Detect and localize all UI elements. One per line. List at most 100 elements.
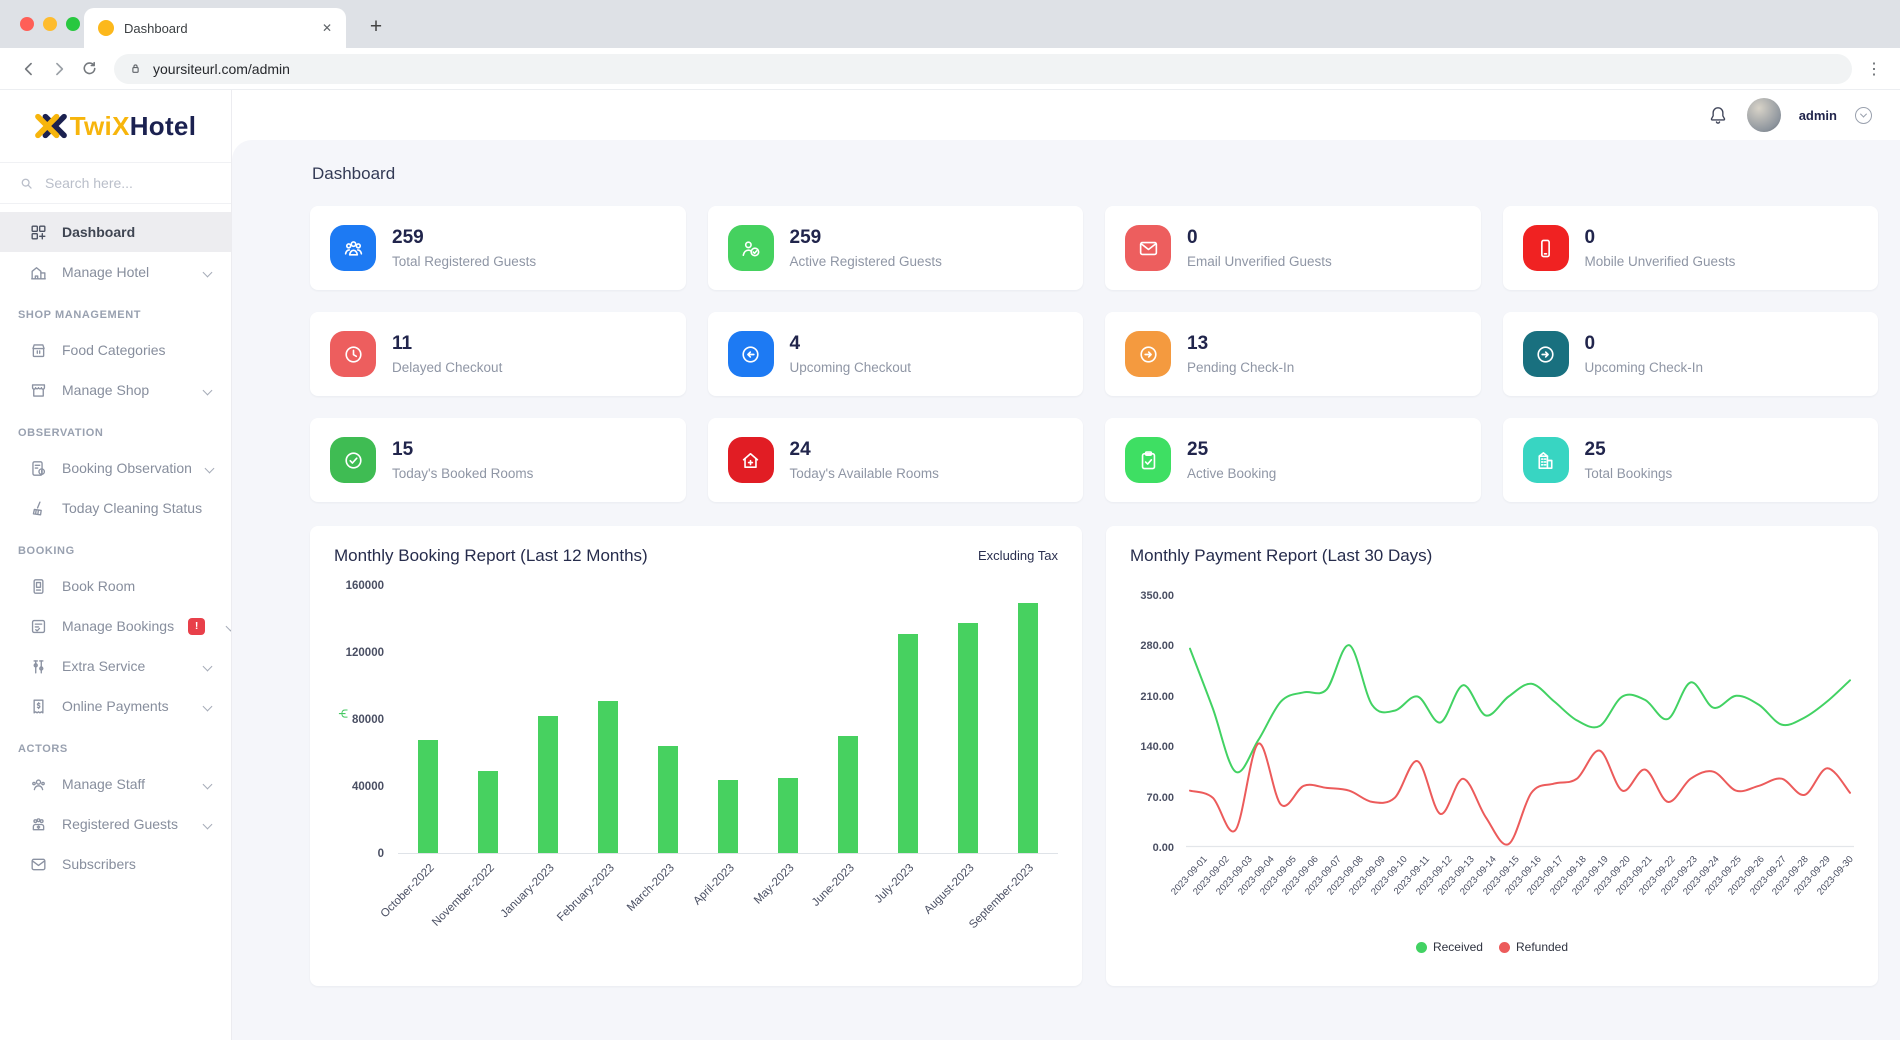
legend-dot (1416, 942, 1427, 953)
sidebar-search (0, 162, 231, 204)
line-chart-y-axis: 0.0070.00140.00210.00280.00350.00 (1130, 596, 1186, 848)
sidebar-item-manage-hotel[interactable]: Manage Hotel (0, 252, 231, 292)
currency-symbol: ₼ (334, 709, 351, 719)
stat-card-label: Active Registered Guests (790, 254, 942, 269)
bar-chart-y-axis: 04000080000120000160000₼ (334, 586, 398, 854)
forward-arrow-icon (49, 59, 69, 79)
app-shell: TwiXHotel DashboardManage HotelSHOP MANA… (0, 90, 1900, 1040)
stat-card-label: Pending Check-In (1187, 360, 1294, 375)
sidebar-nav: DashboardManage HotelSHOP MANAGEMENTFood… (0, 204, 231, 1040)
stat-card-upcoming-checkout: 4Upcoming Checkout (708, 312, 1084, 396)
chevron-down-icon (203, 267, 213, 277)
stat-card-value: 25 (1585, 439, 1673, 462)
sidebar-item-book-room[interactable]: Book Room (0, 566, 231, 606)
sidebar-item-dashboard[interactable]: Dashboard (0, 212, 231, 252)
clipboard-check-icon (1125, 437, 1171, 483)
stat-card-pending-check-in: 13Pending Check-In (1105, 312, 1481, 396)
back-arrow-icon (19, 59, 39, 79)
sidebar-item-manage-staff[interactable]: Manage Staff (0, 764, 231, 804)
legend-item-received[interactable]: Received (1416, 940, 1483, 954)
legend-item-refunded[interactable]: Refunded (1499, 940, 1568, 954)
x-tick: September-2023 (998, 854, 1058, 962)
forward-button[interactable] (44, 54, 74, 84)
bar-chart-plot: 04000080000120000160000₼ (334, 586, 1058, 854)
stat-card-text: 4Upcoming Checkout (790, 333, 912, 375)
bar-slot (758, 586, 818, 853)
dashboard-grid-icon (28, 222, 48, 242)
browser-menu-button[interactable]: ⋮ (1862, 59, 1886, 79)
check-circle-icon (330, 437, 376, 483)
account-menu-button[interactable] (1855, 107, 1872, 124)
tab-close-icon[interactable]: ✕ (322, 21, 332, 35)
stat-card-value: 259 (392, 227, 536, 250)
observation-icon (28, 458, 48, 478)
x-tick: April-2023 (698, 854, 758, 962)
x-tick: May-2023 (758, 854, 818, 962)
search-input[interactable] (45, 175, 195, 191)
stat-card-text: 0Upcoming Check-In (1585, 333, 1704, 375)
stat-card-label: Total Registered Guests (392, 254, 536, 269)
window-maximize-button[interactable] (66, 17, 80, 31)
back-button[interactable] (14, 54, 44, 84)
mobile-icon (1523, 225, 1569, 271)
bar-november-2022 (478, 771, 498, 853)
window-minimize-button[interactable] (43, 17, 57, 31)
line-chart-x-axis: 2023-09-012023-09-022023-09-032023-09-04… (1186, 848, 1854, 934)
sidebar-item-manage-bookings[interactable]: Manage Bookings! (0, 606, 231, 646)
bar-slot (458, 586, 518, 853)
chart-legend: Received Refunded (1130, 940, 1854, 954)
stat-card-value: 0 (1187, 227, 1332, 250)
stat-card-label: Today's Available Rooms (790, 466, 939, 481)
sidebar-item-online-payments[interactable]: Online Payments (0, 686, 231, 726)
stat-card-active-registered-guests: 259Active Registered Guests (708, 206, 1084, 290)
sidebar-item-subscribers[interactable]: Subscribers (0, 844, 231, 884)
sidebar-item-food-categories[interactable]: Food Categories (0, 330, 231, 370)
bar-slot (998, 586, 1058, 853)
stat-card-value: 0 (1585, 333, 1704, 356)
bar-may-2023 (778, 778, 798, 853)
reload-button[interactable] (74, 54, 104, 84)
y-tick-label: 210.00 (1140, 691, 1174, 703)
logo-x-icon (35, 112, 67, 140)
legend-label: Refunded (1516, 940, 1568, 954)
notifications-button[interactable] (1707, 104, 1729, 126)
chevron-down-icon (203, 819, 213, 829)
search-icon (18, 175, 35, 192)
bell-icon (1707, 104, 1729, 126)
window-close-button[interactable] (20, 17, 34, 31)
stat-card-text: 259Active Registered Guests (790, 227, 942, 269)
y-tick-label: 80000 (352, 714, 384, 726)
sidebar-item-today-cleaning-status[interactable]: Today Cleaning Status (0, 488, 231, 528)
user-avatar[interactable] (1747, 98, 1781, 132)
new-tab-button[interactable]: + (362, 13, 390, 41)
stat-card-text: 0Mobile Unverified Guests (1585, 227, 1736, 269)
sidebar-item-label: Extra Service (62, 658, 190, 674)
logo[interactable]: TwiXHotel (0, 90, 231, 162)
bar-september-2023 (1018, 603, 1038, 853)
sidebar-item-label: Food Categories (62, 342, 215, 358)
payment-report-card: Monthly Payment Report (Last 30 Days) 0.… (1106, 526, 1878, 986)
sidebar-item-registered-guests[interactable]: Registered Guests (0, 804, 231, 844)
browser-tab[interactable]: Dashboard ✕ (84, 8, 346, 48)
stat-card-value: 0 (1585, 227, 1736, 250)
x-tick-label: April-2023 (691, 862, 737, 908)
bar-june-2023 (838, 736, 858, 853)
sidebar-item-label: Registered Guests (62, 816, 190, 832)
sidebar-item-label: Dashboard (62, 224, 215, 240)
chevron-down-icon (205, 463, 215, 473)
sidebar-item-extra-service[interactable]: Extra Service (0, 646, 231, 686)
bar-chart-x-axis: October-2022November-2022January-2023Feb… (398, 854, 1058, 962)
url-bar[interactable]: yoursiteurl.com/admin (114, 54, 1852, 84)
sidebar-item-manage-shop[interactable]: Manage Shop (0, 370, 231, 410)
bar-slot (578, 586, 638, 853)
stat-card-value: 24 (790, 439, 939, 462)
sidebar-item-booking-observation[interactable]: Booking Observation (0, 448, 231, 488)
bar-april-2023 (718, 780, 738, 853)
stat-card-value: 15 (392, 439, 533, 462)
chevron-down-icon (1860, 110, 1867, 117)
users-icon (330, 225, 376, 271)
home-icon (728, 437, 774, 483)
excluding-tax-label: Excluding Tax (978, 546, 1058, 563)
stat-card-active-booking: 25Active Booking (1105, 418, 1481, 502)
stat-card-text: 25Active Booking (1187, 439, 1276, 481)
